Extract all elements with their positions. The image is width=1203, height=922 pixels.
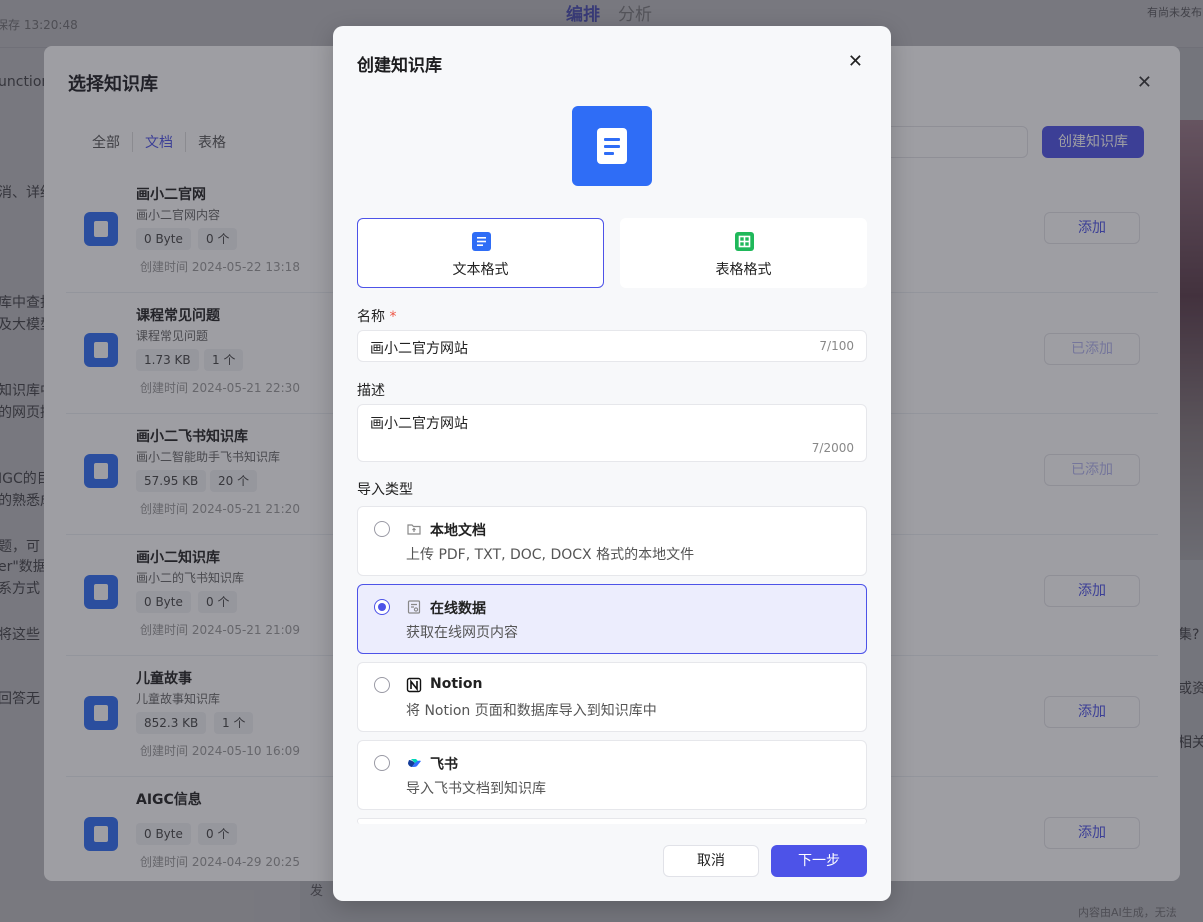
desc-label: 描述 — [357, 383, 385, 399]
radio-button[interactable] — [374, 677, 390, 693]
format-text-option[interactable]: 文本格式 — [357, 218, 604, 288]
table-format-icon — [735, 232, 754, 251]
create-knowledge-dialog: 创建知识库 ✕ 文本格式 表格格式 名称 * 画小二官方网站 7/100 描述 … — [333, 26, 891, 901]
name-input[interactable]: 画小二官方网站 7/100 — [357, 330, 867, 362]
description-textarea[interactable]: 画小二官方网站 7/2000 — [357, 404, 867, 462]
format-label: 文本格式 — [452, 262, 509, 278]
knowledge-avatar[interactable] — [572, 106, 652, 186]
feishu-icon — [406, 755, 422, 771]
notion-icon — [406, 677, 422, 693]
next-step-button[interactable]: 下一步 — [771, 845, 867, 877]
option-name: Notion — [430, 676, 483, 692]
option-desc: 获取在线网页内容 — [406, 625, 518, 641]
folder-upload-icon — [406, 521, 422, 537]
format-label: 表格格式 — [715, 262, 772, 278]
option-name: 飞书 — [430, 757, 458, 773]
document-icon — [597, 128, 627, 164]
name-value: 画小二官方网站 — [370, 341, 468, 357]
dialog-title: 创建知识库 — [357, 56, 442, 76]
format-table-option[interactable]: 表格格式 — [620, 218, 867, 288]
name-char-count: 7/100 — [819, 339, 854, 353]
radio-button[interactable] — [374, 521, 390, 537]
option-desc: 将 Notion 页面和数据库导入到知识库中 — [406, 703, 657, 719]
radio-button[interactable] — [374, 755, 390, 771]
name-label-text: 名称 — [357, 309, 385, 325]
radio-button-selected[interactable] — [374, 599, 390, 615]
close-icon[interactable]: ✕ — [848, 51, 863, 72]
web-page-icon — [406, 599, 422, 615]
import-option-more[interactable] — [357, 818, 867, 824]
option-name: 本地文档 — [430, 523, 486, 539]
import-option-online[interactable]: 在线数据 获取在线网页内容 — [357, 584, 867, 654]
option-name: 在线数据 — [430, 601, 486, 617]
required-mark: * — [389, 309, 397, 325]
cancel-button[interactable]: 取消 — [663, 845, 759, 877]
import-option-feishu[interactable]: 飞书 导入飞书文档到知识库 — [357, 740, 867, 810]
option-desc: 上传 PDF, TXT, DOC, DOCX 格式的本地文件 — [406, 547, 695, 563]
import-option-local[interactable]: 本地文档 上传 PDF, TXT, DOC, DOCX 格式的本地文件 — [357, 506, 867, 576]
desc-value: 画小二官方网站 — [370, 416, 468, 432]
text-format-icon — [472, 232, 491, 251]
desc-char-count: 7/2000 — [811, 441, 854, 455]
name-label: 名称 * — [357, 306, 396, 326]
import-type-label: 导入类型 — [357, 482, 413, 498]
option-desc: 导入飞书文档到知识库 — [406, 781, 546, 797]
import-option-notion[interactable]: Notion 将 Notion 页面和数据库导入到知识库中 — [357, 662, 867, 732]
